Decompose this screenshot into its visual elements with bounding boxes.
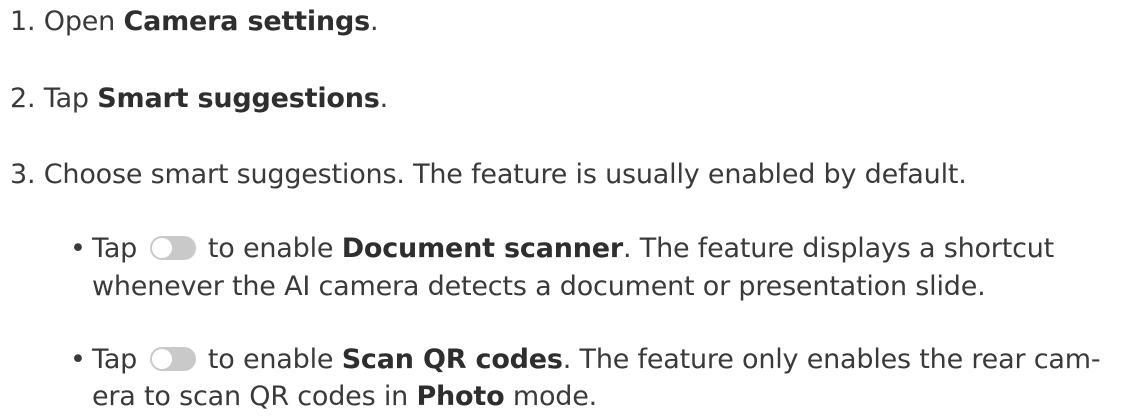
bullet-text: whenever the AI camera detects a documen…	[92, 271, 986, 302]
bullet-scan-qr-codes-line2: era to scan QR codes in Photo mode.	[92, 381, 597, 412]
photo-mode-label: Photo	[416, 381, 505, 412]
bullet-scan-qr-codes: • Tap to enable Scan QR codes. The featur…	[70, 344, 1101, 375]
bullet-text: . The feature only enables the rear cam-	[562, 344, 1101, 375]
bullet-text: to enable	[199, 233, 342, 264]
bullet-document-scanner-line2: whenever the AI camera detects a documen…	[92, 271, 986, 302]
step-text: Tap	[43, 83, 98, 114]
step-text: Open	[43, 6, 124, 37]
step-number: 3.	[10, 159, 36, 190]
scan-qr-codes-label: Scan QR codes	[341, 344, 563, 375]
step-3: 3. Choose smart suggestions. The feature…	[10, 159, 967, 190]
step-1: 1. Open Camera settings.	[10, 6, 379, 37]
step-number: 2.	[10, 83, 36, 114]
bullet-text: Tap	[92, 344, 138, 375]
step-text: Choose smart suggestions. The feature is…	[43, 159, 967, 190]
bullet-dot: •	[70, 344, 86, 375]
step-2: 2. Tap Smart suggestions.	[10, 83, 388, 114]
toggle-off-icon	[149, 236, 196, 260]
bullet-text: mode.	[504, 381, 598, 412]
step-punct: .	[379, 83, 389, 114]
bullet-text: to enable	[199, 344, 342, 375]
document-scanner-label: Document scanner	[341, 233, 624, 264]
bullet-dot: •	[70, 233, 86, 264]
smart-suggestions-label: Smart suggestions	[97, 83, 380, 114]
bullet-text: . The feature displays a shortcut	[623, 233, 1055, 264]
bullet-text: Tap	[92, 233, 138, 264]
toggle-off-icon	[149, 347, 196, 371]
bullet-text: era to scan QR codes in	[92, 381, 417, 412]
step-punct: .	[369, 6, 379, 37]
camera-settings-label: Camera settings	[123, 6, 370, 37]
step-number: 1.	[10, 6, 36, 37]
bullet-document-scanner: • Tap to enable Document scanner. The fea…	[70, 233, 1054, 264]
